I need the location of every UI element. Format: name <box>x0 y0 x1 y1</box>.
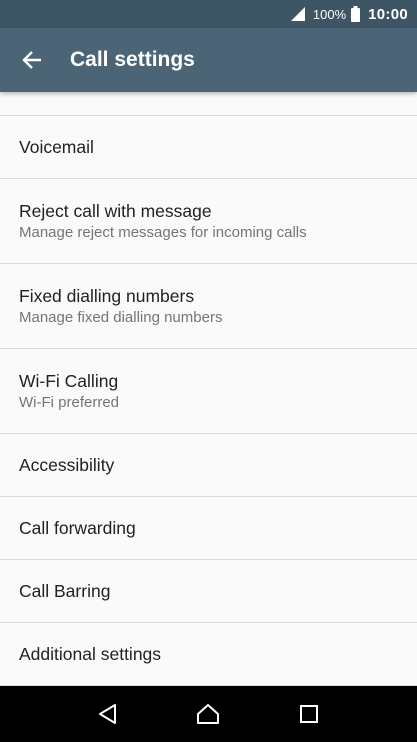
back-triangle-icon <box>99 704 117 724</box>
settings-item-fixed-dialling-numbers[interactable]: Fixed dialling numbers Manage fixed dial… <box>0 264 417 349</box>
settings-item-title: Reject call with message <box>19 200 212 221</box>
settings-item-title: Voicemail <box>19 137 94 157</box>
recents-icon <box>299 705 318 723</box>
navigation-bar <box>0 686 417 742</box>
nav-recents-button[interactable] <box>285 690 333 738</box>
settings-item-title: Call Barring <box>19 581 111 601</box>
settings-item-subtitle: Wi-Fi preferred <box>19 393 120 411</box>
back-button[interactable] <box>0 28 66 92</box>
signal-icon <box>290 7 305 21</box>
settings-item-call-forwarding[interactable]: Call forwarding <box>0 497 417 560</box>
settings-item-title: Fixed dialling numbers <box>19 285 195 306</box>
battery-icon <box>351 6 361 22</box>
back-arrow-icon <box>21 51 41 69</box>
settings-item-subtitle: Manage reject messages for incoming call… <box>19 223 307 241</box>
home-icon <box>197 704 220 724</box>
settings-item-accessibility[interactable]: Accessibility <box>0 434 417 497</box>
settings-item-title: Call forwarding <box>19 518 136 538</box>
status-bar: 100% 10:00 <box>0 0 417 28</box>
clock: 10:00 <box>368 5 408 23</box>
settings-item-additional-settings[interactable]: Additional settings <box>0 623 417 686</box>
battery-percent: 100% <box>312 6 347 22</box>
settings-list[interactable]: Voicemail Reject call with message Manag… <box>0 92 417 686</box>
app-bar: Call settings <box>0 28 417 92</box>
settings-item-title: Wi-Fi Calling <box>19 370 119 391</box>
settings-item-title: Additional settings <box>19 644 162 664</box>
page-title: Call settings <box>70 48 195 71</box>
nav-back-button[interactable] <box>84 690 132 738</box>
settings-item-title: Accessibility <box>19 455 115 475</box>
settings-item-reject-call-with-message[interactable]: Reject call with message Manage reject m… <box>0 179 417 264</box>
settings-item-partial <box>0 92 417 116</box>
settings-item-voicemail[interactable]: Voicemail <box>0 116 417 179</box>
settings-item-wifi-calling[interactable]: Wi-Fi Calling Wi-Fi preferred <box>0 349 417 434</box>
settings-item-subtitle: Manage fixed dialling numbers <box>19 308 223 326</box>
nav-home-button[interactable] <box>184 690 232 738</box>
settings-item-call-barring[interactable]: Call Barring <box>0 560 417 623</box>
